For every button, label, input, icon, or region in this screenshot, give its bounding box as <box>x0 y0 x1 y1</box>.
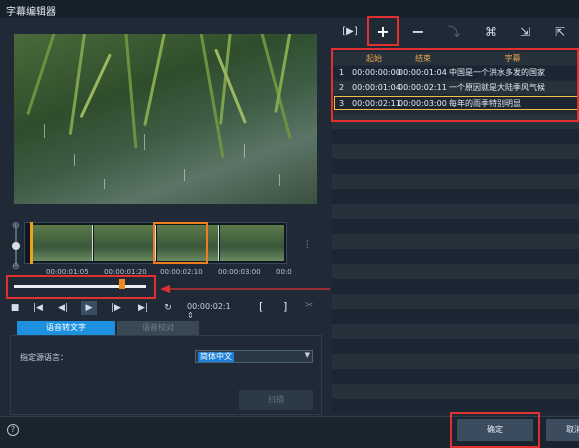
empty-row <box>332 264 579 279</box>
go-to-end-icon[interactable]: ▶| <box>135 301 151 315</box>
empty-table-rows <box>332 114 579 412</box>
empty-row <box>332 339 579 354</box>
source-language-value: 简体中文 <box>198 352 234 362</box>
annotation-box-table <box>331 48 579 122</box>
empty-row <box>332 174 579 189</box>
empty-row <box>332 204 579 219</box>
empty-row <box>332 324 579 339</box>
empty-row <box>332 309 579 324</box>
scan-button[interactable]: 扫描 <box>239 390 313 410</box>
merge-subtitle-icon: ⤵ <box>447 25 460 39</box>
current-timecode-field[interactable]: 00:00:02:1 ⇕ <box>187 302 231 320</box>
source-language-select[interactable]: 简体中文 ▼ <box>195 350 313 363</box>
current-timecode-value: 00:00:02:1 <box>187 302 231 311</box>
stop-icon[interactable]: ■ <box>7 301 23 315</box>
play-icon[interactable]: ▶ <box>81 301 97 315</box>
empty-row <box>332 234 579 249</box>
repeat-icon[interactable]: ↻ <box>160 301 176 315</box>
empty-row <box>332 369 579 384</box>
empty-row <box>332 249 579 264</box>
empty-row <box>332 219 579 234</box>
tab-speech-proofread[interactable]: 语音校对 <box>117 321 199 335</box>
help-icon[interactable]: ? <box>7 424 19 436</box>
empty-row <box>332 294 579 309</box>
source-language-label: 指定源语言： <box>20 353 68 362</box>
mark-in-button[interactable]: [ <box>259 300 263 313</box>
empty-row <box>332 144 579 159</box>
annotation-box-add <box>367 16 399 46</box>
tab-speech-to-text[interactable]: 语音转文字 <box>17 321 115 335</box>
remove-subtitle-icon[interactable]: − <box>408 23 428 41</box>
cancel-button[interactable]: 取消 <box>546 419 579 441</box>
empty-row <box>332 159 579 174</box>
next-frame-icon[interactable]: |▶ <box>108 301 124 315</box>
timecode-stepper-icon[interactable]: ⇕ <box>187 311 194 320</box>
voice-sync-icon[interactable]: ⌘ <box>481 23 501 41</box>
play-subtitle-icon[interactable]: [▶] <box>340 23 360 41</box>
previous-frame-icon[interactable]: ◀| <box>55 301 71 315</box>
empty-row <box>332 354 579 369</box>
empty-row <box>332 129 579 144</box>
empty-row <box>332 189 579 204</box>
empty-row <box>332 384 579 399</box>
import-subtitle-icon[interactable]: ⇲ <box>515 23 535 41</box>
chevron-down-icon: ▼ <box>304 351 310 359</box>
split-scissors-icon[interactable]: ✂ <box>305 300 313 311</box>
empty-row <box>332 279 579 294</box>
export-subtitle-icon[interactable]: ⇱ <box>550 23 570 41</box>
empty-row <box>332 399 579 412</box>
annotation-box-ok <box>450 412 540 448</box>
mark-out-button[interactable]: ] <box>283 300 287 313</box>
go-to-start-icon[interactable]: |◀ <box>30 301 46 315</box>
